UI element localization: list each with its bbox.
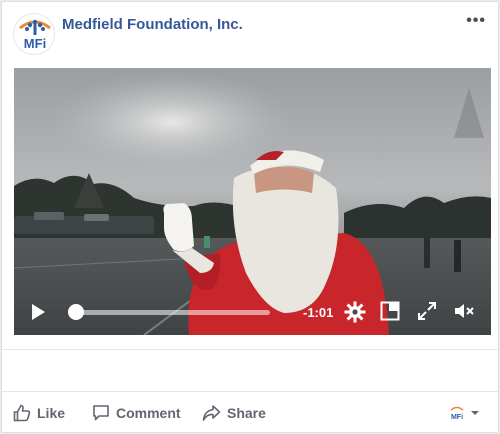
thumbs-up-icon (13, 404, 31, 422)
medfield-logo-icon: MFi (14, 14, 54, 54)
fullscreen-icon[interactable] (417, 301, 437, 321)
video-player[interactable]: -1:01 (14, 68, 491, 335)
post-actions-bar: Like Comment Share MFi (2, 393, 498, 433)
content-divider (2, 349, 498, 350)
comment-button[interactable]: Comment (92, 393, 181, 433)
page-name-link[interactable]: Medfield Foundation, Inc. (62, 16, 243, 33)
like-button[interactable]: Like (13, 393, 65, 433)
share-arrow-icon (202, 405, 221, 421)
chevron-down-icon (471, 411, 479, 415)
video-controls: -1:01 (14, 289, 491, 335)
like-label: Like (37, 405, 66, 421)
comment-label: Comment (116, 405, 181, 421)
svg-text:MFi: MFi (24, 36, 46, 51)
play-icon[interactable] (30, 303, 46, 321)
mute-speaker-icon[interactable] (454, 301, 476, 321)
page-identity-icon: MFi (449, 405, 465, 421)
actions-divider (2, 391, 498, 392)
picture-in-picture-icon[interactable] (380, 301, 400, 321)
time-remaining: -1:01 (303, 305, 334, 320)
comment-bubble-icon (93, 405, 109, 421)
settings-gear-icon[interactable] (344, 301, 366, 323)
post-card: MFi Medfield Foundation, Inc. ••• -1:01 … (1, 1, 499, 433)
post-as-selector[interactable]: MFi (449, 405, 480, 421)
post-header: MFi Medfield Foundation, Inc. ••• (2, 2, 498, 64)
share-label: Share (227, 405, 266, 421)
page-avatar[interactable]: MFi (13, 13, 55, 55)
progress-scrubber[interactable] (68, 304, 84, 320)
svg-text:MFi: MFi (451, 414, 463, 421)
more-options-button[interactable]: ••• (466, 12, 486, 30)
progress-track[interactable] (70, 310, 270, 315)
share-button[interactable]: Share (202, 393, 266, 433)
